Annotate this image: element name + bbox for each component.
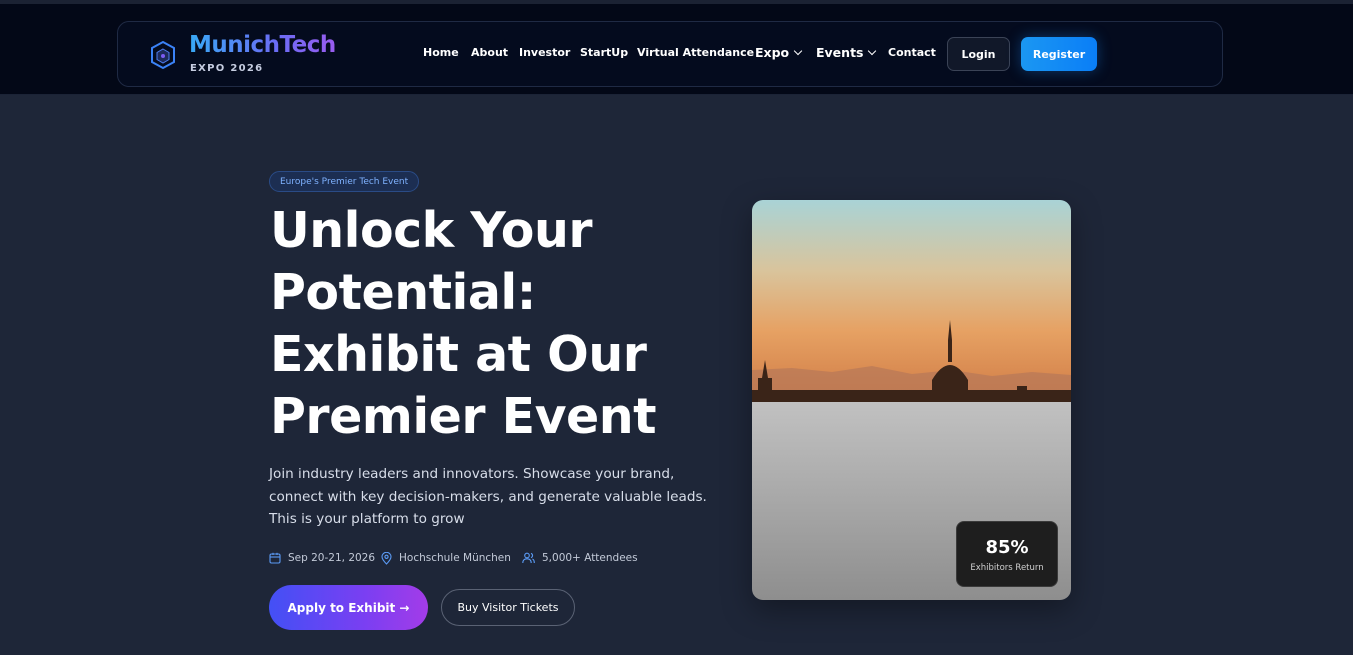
event-attendees: 5,000+ Attendees	[522, 550, 638, 566]
brand-name[interactable]: MunichTech	[189, 32, 336, 58]
apply-to-exhibit-button[interactable]: Apply to Exhibit →	[269, 585, 428, 630]
nav-item-investor[interactable]: Investor	[519, 46, 570, 59]
hexagon-icon[interactable]	[150, 40, 176, 70]
users-icon	[522, 552, 535, 564]
event-location: Hochschule München	[381, 550, 511, 566]
nav-item-events-label: Events	[816, 45, 864, 60]
hero-description: Join industry leaders and innovators. Sh…	[269, 466, 707, 527]
nav-item-virtual-attendance[interactable]: Virtual Attendance	[637, 46, 754, 59]
login-button[interactable]: Login	[947, 37, 1010, 71]
event-date: Sep 20-21, 2026	[269, 550, 375, 566]
top-header: MunichTech EXPO 2026 Home About Investor…	[0, 0, 1353, 95]
chevron-down-icon	[868, 46, 877, 56]
nav-item-contact[interactable]: Contact	[888, 46, 936, 59]
navbar: MunichTech EXPO 2026 Home About Investor…	[117, 21, 1223, 87]
event-attendees-text: 5,000+ Attendees	[542, 552, 638, 564]
nav-item-home[interactable]: Home	[423, 46, 459, 59]
buy-visitor-tickets-button[interactable]: Buy Visitor Tickets	[441, 589, 575, 626]
register-button[interactable]: Register	[1021, 37, 1097, 71]
calendar-icon	[269, 552, 281, 564]
stat-value: 85%	[985, 537, 1029, 558]
event-location-text: Hochschule München	[399, 552, 511, 564]
nav-item-expo[interactable]: Expo	[755, 45, 803, 60]
exhibitors-return-stat: 85% Exhibitors Return	[956, 521, 1058, 587]
map-pin-icon	[381, 551, 392, 565]
chevron-down-icon	[793, 46, 803, 56]
event-badge: Europe's Premier Tech Event	[269, 171, 420, 192]
event-date-text: Sep 20-21, 2026	[288, 552, 376, 564]
brand-subtitle: EXPO 2026	[190, 63, 264, 74]
stat-label: Exhibitors Return	[970, 563, 1044, 573]
nav-item-startup[interactable]: StartUp	[580, 46, 628, 59]
nav-item-events[interactable]: Events	[816, 45, 877, 60]
hero-headline: Unlock Your Potential: Exhibit at Our Pr…	[270, 202, 657, 445]
nav-item-expo-label: Expo	[755, 45, 790, 60]
nav-item-about[interactable]: About	[471, 46, 508, 59]
